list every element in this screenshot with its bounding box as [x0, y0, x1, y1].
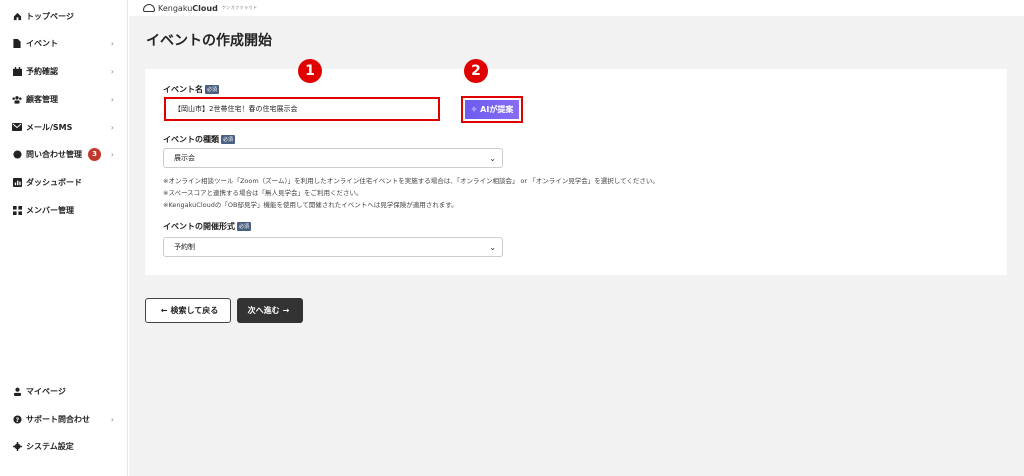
callout-marker-2: 2: [464, 59, 488, 83]
required-tag: 必須: [205, 85, 220, 94]
event-type-label: イベントの種類 必須: [163, 134, 236, 145]
sidebar-item-members[interactable]: メンバー管理: [12, 202, 120, 218]
grid-icon: [12, 205, 22, 215]
brand-subtitle: ケンガククラウド: [221, 5, 258, 10]
sidebar-item-my-page[interactable]: マイページ: [12, 383, 120, 399]
chevron-right-icon: ›: [110, 149, 114, 159]
gear-icon: [12, 441, 22, 451]
top-bar: Kengaku Cloud ケンガククラウド: [129, 0, 1024, 16]
sidebar-item-customers[interactable]: 顧客管理 ›: [12, 91, 120, 107]
arrow-right-icon: →: [282, 306, 290, 315]
chat-icon: [12, 149, 22, 159]
sidebar-item-label: 予約確認: [26, 66, 58, 76]
brand-logo[interactable]: Kengaku Cloud ケンガククラウド: [143, 4, 258, 13]
event-type-select[interactable]: 展示会 ⌄: [163, 148, 503, 168]
sidebar-item-label: システム設定: [26, 441, 74, 451]
sidebar-item-label: メンバー管理: [26, 205, 74, 215]
chevron-right-icon: ›: [110, 66, 114, 76]
next-button-label: 次へ進む: [247, 306, 280, 315]
sidebar-item-label: ダッシュボード: [26, 177, 82, 187]
arrow-left-icon: ←: [160, 306, 168, 315]
chevron-down-icon: ⌄: [489, 154, 496, 163]
users-icon: [12, 94, 22, 104]
chevron-down-icon: ⌄: [489, 243, 496, 252]
brand-prefix: Kengaku: [158, 3, 193, 13]
ai-suggest-button-label: ✧ AIが提案: [465, 100, 519, 119]
chevron-right-icon: ›: [110, 122, 114, 132]
document-icon: [12, 38, 22, 48]
person-icon: [12, 386, 22, 396]
back-button-label: 検索して戻る: [170, 306, 219, 315]
notification-badge: 3: [88, 147, 101, 161]
page-title: イベントの作成開始: [146, 33, 272, 49]
sidebar-item-mail-sms[interactable]: メール/SMS ›: [12, 119, 120, 135]
sidebar-item-dashboard[interactable]: ダッシュボード: [12, 174, 120, 190]
required-tag: 必須: [237, 222, 252, 231]
sidebar-item-label: マイページ: [26, 386, 66, 396]
format-select[interactable]: 予約制 ⌄: [163, 237, 503, 257]
chevron-right-icon: ›: [110, 414, 114, 424]
required-tag: 必須: [221, 135, 236, 144]
sidebar-item-top-page[interactable]: トップページ: [12, 8, 120, 24]
svg-text:?: ?: [15, 416, 19, 423]
chevron-right-icon: ›: [110, 38, 114, 48]
callout-marker-1: 1: [298, 59, 322, 83]
sidebar-item-label: サポート問合わせ: [26, 414, 90, 424]
event-form-card: イベント名 必須 【岡山市】2世帯住宅！春の住宅展示会 ✧ AIが提案 イベント…: [145, 69, 1007, 275]
sidebar-item-event[interactable]: イベント ›: [12, 35, 120, 51]
help-icon: ?: [12, 414, 22, 424]
sidebar-item-label: 問い合わせ管理: [26, 149, 82, 159]
ai-suggest-button[interactable]: ✧ AIが提案: [461, 96, 523, 123]
event-type-note-1: ※オンライン相談ツール「Zoom（ズーム）」を利用したオンライン住宅イベントを実…: [163, 177, 659, 185]
sidebar-item-support[interactable]: ? サポート問合わせ ›: [12, 411, 120, 427]
sidebar-item-system-settings[interactable]: システム設定: [12, 438, 120, 454]
event-type-note-2: ※スペースコアと連携する場合は「無人見学会」をご利用ください。: [163, 189, 363, 197]
event-name-input[interactable]: 【岡山市】2世帯住宅！春の住宅展示会: [164, 97, 440, 121]
event-type-note-3: ※KengakuCloudの「OB邸見学」機能を使用して開催されたイベントへは見…: [163, 201, 458, 209]
sidebar-item-reservations[interactable]: 予約確認 ›: [12, 63, 120, 79]
format-label-text: イベントの開催形式: [163, 222, 235, 231]
cloud-logo-icon: [143, 4, 155, 12]
sidebar-item-label: イベント: [26, 38, 58, 48]
brand-bold: Cloud: [192, 3, 218, 13]
format-label: イベントの開催形式 必須: [163, 221, 252, 232]
home-icon: [12, 11, 22, 21]
event-name-label-text: イベント名: [163, 85, 203, 94]
back-button[interactable]: ← 検索して戻る: [145, 298, 231, 323]
event-type-label-text: イベントの種類: [163, 135, 219, 144]
sidebar-item-label: メール/SMS: [26, 122, 73, 132]
chart-icon: [12, 177, 22, 187]
sidebar: トップページ イベント › 予約確認 › 顧客管理 › メール/SMS › 問い…: [0, 0, 128, 476]
event-name-label: イベント名 必須: [163, 84, 220, 95]
next-button[interactable]: 次へ進む →: [237, 298, 303, 323]
event-type-select-value: 展示会: [174, 154, 195, 162]
mail-icon: [12, 122, 22, 132]
format-select-value: 予約制: [174, 243, 195, 251]
chevron-right-icon: ›: [110, 94, 114, 104]
main-content: Kengaku Cloud ケンガククラウド イベントの作成開始 イベント名 必須…: [129, 0, 1024, 476]
sidebar-item-label: 顧客管理: [26, 94, 58, 104]
calendar-icon: [12, 66, 22, 76]
sidebar-item-inquiries[interactable]: 問い合わせ管理 3 ›: [12, 146, 120, 162]
sidebar-item-label: トップページ: [26, 11, 74, 21]
